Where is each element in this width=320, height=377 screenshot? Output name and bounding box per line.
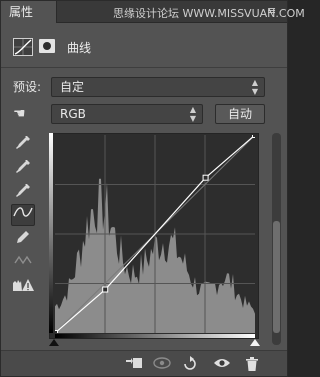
- panel-menu-icon[interactable]: ≡: [267, 5, 281, 17]
- pencil-draw-icon[interactable]: [11, 229, 35, 251]
- curves-graph-area[interactable]: [52, 132, 258, 336]
- preset-label: 预设:: [13, 80, 42, 94]
- on-image-adjust-icon[interactable]: ☚: [13, 105, 31, 123]
- page-title: 曲线: [67, 41, 92, 55]
- curve-control-point[interactable]: [202, 174, 209, 181]
- view-previous-icon[interactable]: [153, 356, 171, 372]
- curve-points-icon[interactable]: [11, 204, 35, 226]
- clip-to-layer-icon[interactable]: [125, 356, 143, 372]
- visibility-eye-icon[interactable]: [213, 356, 231, 372]
- delete-trash-icon[interactable]: [243, 356, 261, 372]
- auto-button[interactable]: 自动: [215, 104, 265, 124]
- panel-titlebar: 属性 思缘设计论坛 WWW.MISSVUAN.COM ≡: [1, 1, 305, 23]
- scrollbar-thumb[interactable]: [273, 221, 280, 333]
- preset-value: 自定: [60, 80, 85, 94]
- header-divider: [1, 67, 287, 68]
- smooth-curve-icon[interactable]: [11, 253, 35, 275]
- layer-mask-icon[interactable]: [39, 39, 55, 53]
- properties-panel: 属性 思缘设计论坛 WWW.MISSVUAN.COM ≡ 曲线 预设: 自定 ▲…: [0, 0, 305, 377]
- input-gradient-bar: [55, 334, 255, 338]
- updown-arrows-icon: ▲ ▼: [251, 78, 258, 96]
- tab-properties[interactable]: 属性: [1, 1, 57, 23]
- panel-bottom-toolbar: [1, 350, 287, 376]
- white-point-eyedropper-icon[interactable]: [11, 183, 35, 205]
- updown-arrows-icon: ▲ ▼: [189, 105, 196, 123]
- channel-select[interactable]: RGB ▲ ▼: [51, 104, 203, 124]
- white-input-slider[interactable]: [250, 339, 260, 346]
- gray-point-eyedropper-icon[interactable]: [11, 159, 35, 181]
- curves-adjustment-glyph: [14, 39, 32, 55]
- black-input-slider[interactable]: [49, 339, 59, 346]
- output-gradient-bar: [49, 133, 53, 333]
- black-point-eyedropper-icon[interactable]: [11, 135, 35, 157]
- curve-control-point[interactable]: [52, 330, 58, 336]
- panel-scrollbar[interactable]: [272, 133, 281, 345]
- clipping-warning-icon[interactable]: [11, 277, 35, 299]
- curve-control-point[interactable]: [252, 132, 258, 138]
- preset-select[interactable]: 自定 ▲ ▼: [51, 77, 265, 97]
- histogram-and-curve[interactable]: [52, 132, 258, 336]
- curve-control-point[interactable]: [102, 286, 109, 293]
- reset-icon[interactable]: [181, 356, 199, 372]
- curves-adjustment-icon[interactable]: [13, 38, 33, 56]
- tab-properties-label: 属性: [9, 5, 34, 19]
- channel-value: RGB: [60, 107, 86, 121]
- panel-header: 曲线: [1, 31, 287, 61]
